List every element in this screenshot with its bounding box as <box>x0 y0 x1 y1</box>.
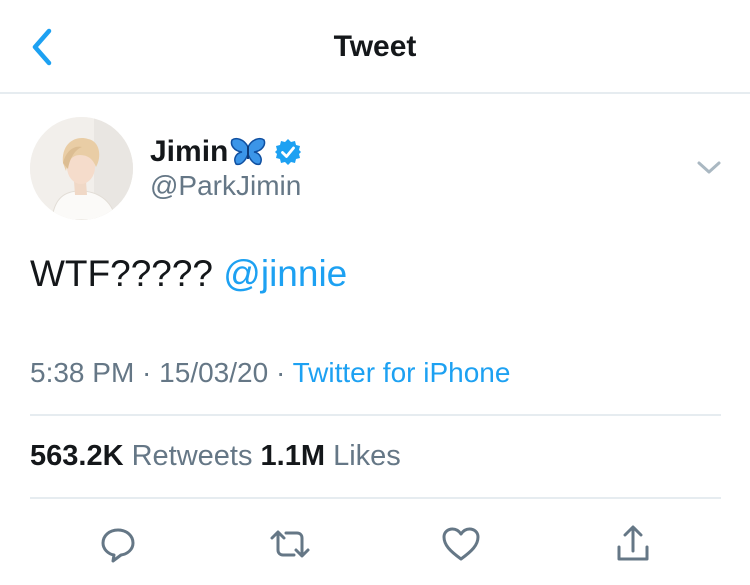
tweet-options-button[interactable] <box>694 155 724 181</box>
author-name: Jimin <box>150 135 229 168</box>
retweets-label: Retweets <box>131 440 253 472</box>
tweet-text: WTF????? @jinnie <box>30 253 347 295</box>
author-handle[interactable]: @ParkJimin <box>150 170 301 202</box>
verified-badge-icon <box>274 138 302 166</box>
profile-photo <box>30 117 133 220</box>
share-button[interactable] <box>610 522 656 566</box>
divider <box>30 414 721 416</box>
likes-stat[interactable]: 1.1M Likes <box>261 440 401 472</box>
tweet-stats: 563.2K Retweets 1.1M Likes <box>30 440 401 473</box>
tweet-time: 5:38 PM <box>30 357 135 388</box>
likes-label: Likes <box>333 440 401 472</box>
author-name-row[interactable]: Jimin <box>150 132 302 172</box>
retweet-button[interactable] <box>267 522 313 566</box>
top-bar: Tweet <box>0 0 750 94</box>
avatar[interactable] <box>30 117 133 220</box>
retweets-count: 563.2K <box>30 440 124 472</box>
butterfly-icon <box>230 137 266 167</box>
retweets-stat[interactable]: 563.2K Retweets <box>30 440 252 472</box>
page-title: Tweet <box>333 30 417 63</box>
tweet-date: 15/03/20 <box>159 357 269 388</box>
tweet-source-link[interactable]: Twitter for iPhone <box>293 357 511 388</box>
share-icon <box>617 525 649 561</box>
reply-icon <box>101 528 135 563</box>
reply-button[interactable] <box>95 522 141 566</box>
divider <box>30 497 721 499</box>
heart-icon <box>442 527 480 561</box>
like-button[interactable] <box>438 522 484 566</box>
retweet-icon <box>270 530 310 558</box>
chevron-down-icon <box>697 161 721 174</box>
tweet-meta: 5:38 PM · 15/03/20 · Twitter for iPhone <box>30 357 510 389</box>
likes-count: 1.1M <box>260 440 326 472</box>
meta-separator: · <box>268 357 293 388</box>
tweet-body: WTF????? <box>30 253 214 294</box>
mention-link[interactable]: @jinnie <box>223 253 347 294</box>
meta-separator: · <box>134 357 160 388</box>
